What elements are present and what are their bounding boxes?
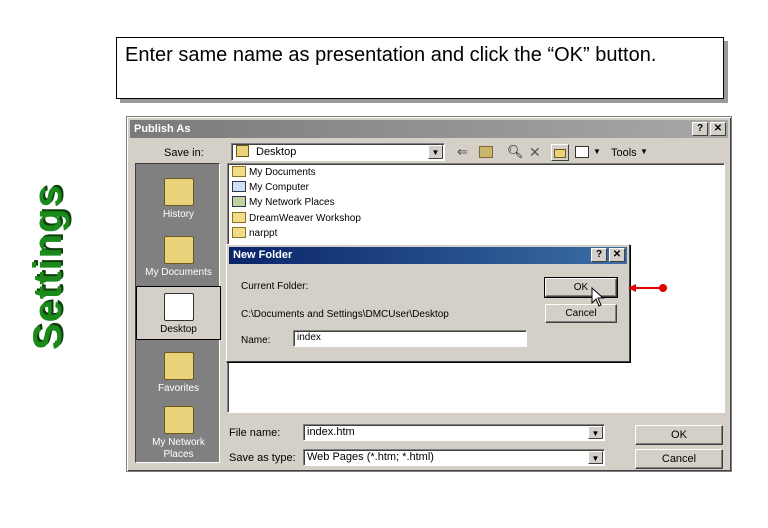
place-favorites-label: Favorites bbox=[157, 383, 200, 394]
list-item[interactable]: narppt bbox=[232, 227, 277, 241]
desktop-icon bbox=[163, 293, 194, 321]
instruction-callout: Enter same name as presentation and clic… bbox=[116, 37, 724, 99]
new-folder-icon[interactable] bbox=[551, 144, 569, 161]
place-network-label: My Network Places bbox=[152, 437, 205, 460]
file-name: DreamWeaver Workshop bbox=[249, 213, 361, 224]
network-places-icon bbox=[163, 406, 194, 434]
computer-icon bbox=[232, 181, 246, 192]
desktop-folder-icon bbox=[236, 145, 249, 157]
places-bar: History My Documents Desktop Favorites M… bbox=[135, 163, 221, 463]
place-my-documents-label: My Documents bbox=[145, 267, 212, 278]
dialog-titlebar: New Folder ? ✕ bbox=[229, 247, 627, 264]
place-favorites[interactable]: Favorites bbox=[136, 352, 221, 395]
save-in-value: Desktop bbox=[256, 146, 297, 158]
up-folder-icon[interactable] bbox=[479, 146, 493, 158]
folder-icon bbox=[232, 166, 246, 177]
current-folder-path: C:\Documents and Settings\DMCUser\Deskto… bbox=[241, 309, 449, 320]
chevron-down-icon[interactable]: ▼ bbox=[588, 426, 603, 439]
close-button[interactable]: ✕ bbox=[710, 122, 726, 136]
save-in-dropdown[interactable]: Desktop ▼ bbox=[231, 143, 445, 161]
file-name-label: File name: bbox=[229, 427, 281, 439]
file-name: My Documents bbox=[249, 167, 316, 178]
save-as-type-select[interactable]: Web Pages (*.htm; *.html) ▼ bbox=[303, 449, 605, 466]
new-folder-ok-button[interactable]: OK bbox=[544, 277, 618, 298]
favorites-icon bbox=[163, 352, 194, 380]
file-name-input[interactable]: index.htm ▼ bbox=[303, 424, 605, 441]
search-web-icon[interactable]: 🔍︎ bbox=[507, 144, 524, 160]
tools-chevron-icon: ▼ bbox=[640, 147, 648, 156]
place-history-label: History bbox=[162, 209, 195, 220]
window-titlebar: Publish As ? ✕ bbox=[130, 120, 728, 138]
tools-menu[interactable]: Tools bbox=[611, 147, 637, 159]
file-name-value: index.htm bbox=[307, 426, 355, 438]
file-name: My Network Places bbox=[249, 197, 335, 208]
new-folder-dialog: New Folder ? ✕ Current Folder: C:\Docume… bbox=[226, 244, 630, 362]
name-label: Name: bbox=[241, 335, 271, 346]
save-in-label: Save in: bbox=[164, 147, 204, 159]
place-my-documents[interactable]: My Documents bbox=[136, 236, 221, 279]
cancel-button[interactable]: Cancel bbox=[635, 449, 723, 469]
file-name: narppt bbox=[249, 228, 278, 239]
save-as-type-value: Web Pages (*.htm; *.html) bbox=[307, 451, 434, 463]
network-icon bbox=[232, 196, 246, 207]
close-button[interactable]: ✕ bbox=[609, 248, 625, 262]
folder-name-value: index bbox=[297, 332, 321, 343]
list-item[interactable]: My Documents bbox=[232, 166, 316, 180]
save-as-type-label: Save as type: bbox=[229, 452, 296, 464]
help-button[interactable]: ? bbox=[591, 248, 607, 262]
help-button[interactable]: ? bbox=[692, 122, 708, 136]
chevron-down-icon[interactable]: ▼ bbox=[428, 145, 443, 159]
dialog-title: New Folder bbox=[233, 249, 293, 261]
red-arrow-icon bbox=[628, 284, 667, 292]
back-arrow-icon[interactable]: ⇐ bbox=[457, 145, 473, 159]
place-desktop-label: Desktop bbox=[160, 324, 197, 335]
my-documents-icon bbox=[163, 236, 194, 264]
delete-icon[interactable]: ✕ bbox=[529, 144, 543, 160]
place-history[interactable]: History bbox=[136, 178, 221, 221]
chevron-down-icon[interactable]: ▼ bbox=[588, 451, 603, 464]
mouse-pointer-icon bbox=[591, 287, 605, 307]
folder-icon bbox=[232, 212, 246, 223]
folder-name-input[interactable]: index bbox=[293, 330, 527, 347]
list-item[interactable]: My Computer bbox=[232, 181, 309, 195]
history-icon bbox=[163, 178, 194, 206]
window-title: Publish As bbox=[134, 123, 191, 135]
folder-icon bbox=[232, 227, 246, 238]
file-name: My Computer bbox=[249, 182, 310, 193]
views-chevron-icon: ▼ bbox=[593, 147, 601, 156]
place-my-network-places[interactable]: My Network Places bbox=[136, 406, 221, 461]
place-desktop[interactable]: Desktop bbox=[136, 286, 221, 340]
current-folder-label: Current Folder: bbox=[241, 281, 309, 292]
list-item[interactable]: DreamWeaver Workshop bbox=[232, 212, 361, 226]
list-item[interactable]: My Network Places bbox=[232, 196, 335, 210]
views-icon[interactable] bbox=[575, 146, 589, 158]
settings-side-label: Settings bbox=[26, 184, 70, 350]
ok-button[interactable]: OK bbox=[635, 425, 723, 445]
new-folder-cancel-button[interactable]: Cancel bbox=[545, 304, 617, 323]
